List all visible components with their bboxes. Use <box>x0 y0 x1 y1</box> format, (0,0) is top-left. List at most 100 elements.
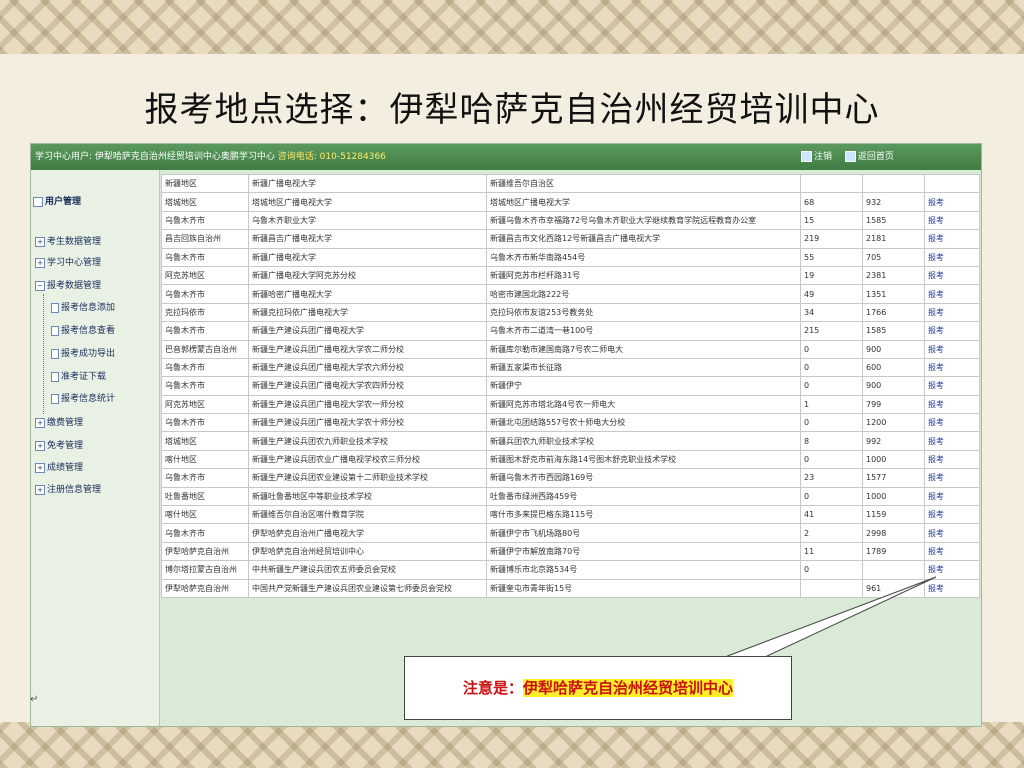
address-cell: 新疆伊宁市解放南路70号 <box>486 541 801 562</box>
home-link[interactable]: 返回首页 <box>844 151 894 162</box>
register-link[interactable]: 报考 <box>924 284 980 304</box>
count-cell: 41 <box>800 505 863 525</box>
register-link[interactable] <box>924 173 980 194</box>
count-cell: 55 <box>800 247 863 267</box>
center-name-cell: 新疆生产建设兵团广播电视大学农六师分校 <box>248 357 487 378</box>
sidebar-item-label: 准考证下载 <box>61 372 107 382</box>
document-icon <box>51 371 59 382</box>
register-link[interactable]: 报考 <box>924 247 980 267</box>
register-link[interactable]: 报考 <box>924 229 980 249</box>
sidebar-header: 用户管理 <box>33 194 81 207</box>
center-name-cell: 新疆生产建设兵团广播电视大学农二师分校 <box>248 339 487 359</box>
region-cell: 乌鲁木齐市 <box>161 284 249 304</box>
document-icon <box>51 302 59 313</box>
sidebar-item-center-manage[interactable]: + 学习中心管理 <box>35 255 101 268</box>
sidebar-item-exemption[interactable]: + 免考管理 <box>35 438 83 451</box>
home-icon <box>844 151 856 162</box>
register-link[interactable]: 报考 <box>924 541 980 562</box>
sidebar-item-admission-download[interactable]: 准考证下载 <box>51 369 106 382</box>
table-row: 塔城地区 新疆生产建设兵团农九师职业技术学校 新疆兵团农九师职业技术学校 8 992 报考 <box>161 431 980 451</box>
center-name-cell: 中共新疆生产建设兵团农五师委员会党校 <box>248 560 487 580</box>
region-cell: 新疆地区 <box>161 173 249 194</box>
sidebar-item-candidate-data[interactable]: + 考生数据管理 <box>35 234 101 247</box>
register-link[interactable]: 报考 <box>924 431 980 451</box>
count-cell: 1 <box>800 394 863 415</box>
sidebar-item-scores[interactable]: + 成绩管理 <box>35 460 83 473</box>
exam-site-table: 新疆地区 新疆广播电视大学 新疆维吾尔自治区 塔城地区 塔城地区广播电视大学 塔城地区广播… <box>161 173 980 598</box>
note-callout: 注意是：伊犁哈萨克自治州经贸培训中心 <box>404 656 792 720</box>
region-cell: 塔城地区 <box>161 431 249 451</box>
center-name-cell: 乌鲁木齐职业大学 <box>248 210 487 231</box>
register-link[interactable]: 报考 <box>924 394 980 415</box>
register-link[interactable]: 报考 <box>924 376 980 396</box>
center-name-cell: 伊犁哈萨克自治州广播电视大学 <box>248 523 487 543</box>
address-cell: 新疆奎屯市青年街15号 <box>486 578 801 598</box>
register-link[interactable]: 报考 <box>924 302 980 323</box>
address-cell: 塔城地区广播电视大学 <box>486 192 801 212</box>
register-link[interactable]: 报考 <box>924 486 980 507</box>
table-row: 乌鲁木齐市 新疆生产建设兵团广播电视大学农十师分校 新疆北屯团结路557号农十师电大… <box>161 413 980 433</box>
register-link[interactable]: 报考 <box>924 210 980 231</box>
capacity-cell: 1789 <box>862 541 925 562</box>
center-name-cell: 新疆生产建设兵团广播电视大学农十师分校 <box>248 413 487 433</box>
region-cell: 乌鲁木齐市 <box>161 321 249 341</box>
address-cell: 乌鲁木齐市二道湾一巷100号 <box>486 321 801 341</box>
count-cell: 15 <box>800 210 863 231</box>
capacity-cell: 1585 <box>862 321 925 341</box>
logout-link[interactable]: 注销 <box>801 151 832 162</box>
register-link[interactable]: 报考 <box>924 265 980 286</box>
register-link[interactable]: 报考 <box>924 413 980 433</box>
table-row: 阿克苏地区 新疆广播电视大学阿克苏分校 新疆阿克苏市栏杆路31号 19 2381 报考 <box>161 265 980 286</box>
table-row: 新疆地区 新疆广播电视大学 新疆维吾尔自治区 <box>161 173 980 194</box>
expand-icon: + <box>35 257 45 268</box>
region-cell: 乌鲁木齐市 <box>161 468 249 488</box>
region-cell: 塔城地区 <box>161 192 249 212</box>
table-row: 乌鲁木齐市 新疆生产建设兵团广播电视大学农六师分校 新疆五家渠市长征路 0 600 报考 <box>161 357 980 378</box>
region-cell: 阿克苏地区 <box>161 394 249 415</box>
slide-title: 报考地点选择：伊犁哈萨克自治州经贸培训中心 <box>144 90 880 130</box>
sidebar-item-label: 报考信息统计 <box>61 394 116 404</box>
sidebar-item-exam-data[interactable]: − 报考数据管理 <box>35 278 101 291</box>
register-link[interactable]: 报考 <box>924 357 980 378</box>
document-icon <box>51 325 59 336</box>
capacity-cell: 900 <box>862 339 925 359</box>
register-link[interactable]: 报考 <box>924 192 980 212</box>
address-cell: 新疆维吾尔自治区 <box>486 173 801 194</box>
decorative-border-bottom <box>0 722 1024 768</box>
register-link[interactable]: 报考 <box>924 449 980 470</box>
sidebar-item-registration[interactable]: + 注册信息管理 <box>35 482 101 495</box>
sidebar-item-exam-stats[interactable]: 报考信息统计 <box>51 391 115 404</box>
center-name-cell: 新疆生产建设兵团农业建设第十二师职业技术学校 <box>248 468 487 488</box>
register-link[interactable]: 报考 <box>924 339 980 359</box>
table-row: 乌鲁木齐市 新疆哈密广播电视大学 哈密市建国北路222号 49 1351 报考 <box>161 284 980 304</box>
paragraph-mark: ↵ <box>30 694 39 705</box>
register-link[interactable]: 报考 <box>924 468 980 488</box>
address-cell: 新疆兵团农九师职业技术学校 <box>486 431 801 451</box>
sidebar-item-exam-export[interactable]: 报考成功导出 <box>51 346 115 359</box>
register-link[interactable]: 报考 <box>924 505 980 525</box>
count-cell: 215 <box>800 321 863 341</box>
register-link[interactable]: 报考 <box>924 560 980 580</box>
table-row: 乌鲁木齐市 新疆生产建设兵团广播电视大学农四师分校 新疆伊宁 0 900 报考 <box>161 376 980 396</box>
top-bar: 学习中心用户: 伊犁哈萨克自治州经贸培训中心奥鹏学习中心 咨询电话: 010-5… <box>31 144 981 170</box>
address-cell: 新疆北屯团结路557号农十师电大分校 <box>486 413 801 433</box>
register-link[interactable]: 报考 <box>924 523 980 543</box>
capacity-cell: 2181 <box>862 229 925 249</box>
sidebar-item-exam-view[interactable]: 报考信息查看 <box>51 323 115 336</box>
address-cell: 吐鲁番市绿洲西路459号 <box>486 486 801 507</box>
register-link[interactable]: 报考 <box>924 321 980 341</box>
count-cell: 8 <box>800 431 863 451</box>
sidebar-item-payment[interactable]: + 缴费管理 <box>35 415 83 428</box>
capacity-cell: 1351 <box>862 284 925 304</box>
sidebar-item-exam-add[interactable]: 报考信息添加 <box>51 300 115 313</box>
expand-icon: + <box>35 440 45 451</box>
table-row: 巴音郭楞蒙古自治州 新疆生产建设兵团广播电视大学农二师分校 新疆库尔勒市建国南路7号… <box>161 339 980 359</box>
sidebar-item-label: 考生数据管理 <box>47 237 102 247</box>
count-cell: 0 <box>800 413 863 433</box>
capacity-cell: 1585 <box>862 210 925 231</box>
topbar-user-info: 学习中心用户: 伊犁哈萨克自治州经贸培训中心奥鹏学习中心 咨询电话: 010-5… <box>35 144 386 170</box>
sidebar-header-label: 用户管理 <box>45 197 82 207</box>
count-cell: 19 <box>800 265 863 286</box>
register-link[interactable]: 报考 <box>924 578 980 598</box>
region-cell: 博尔塔拉蒙古自治州 <box>161 560 249 580</box>
